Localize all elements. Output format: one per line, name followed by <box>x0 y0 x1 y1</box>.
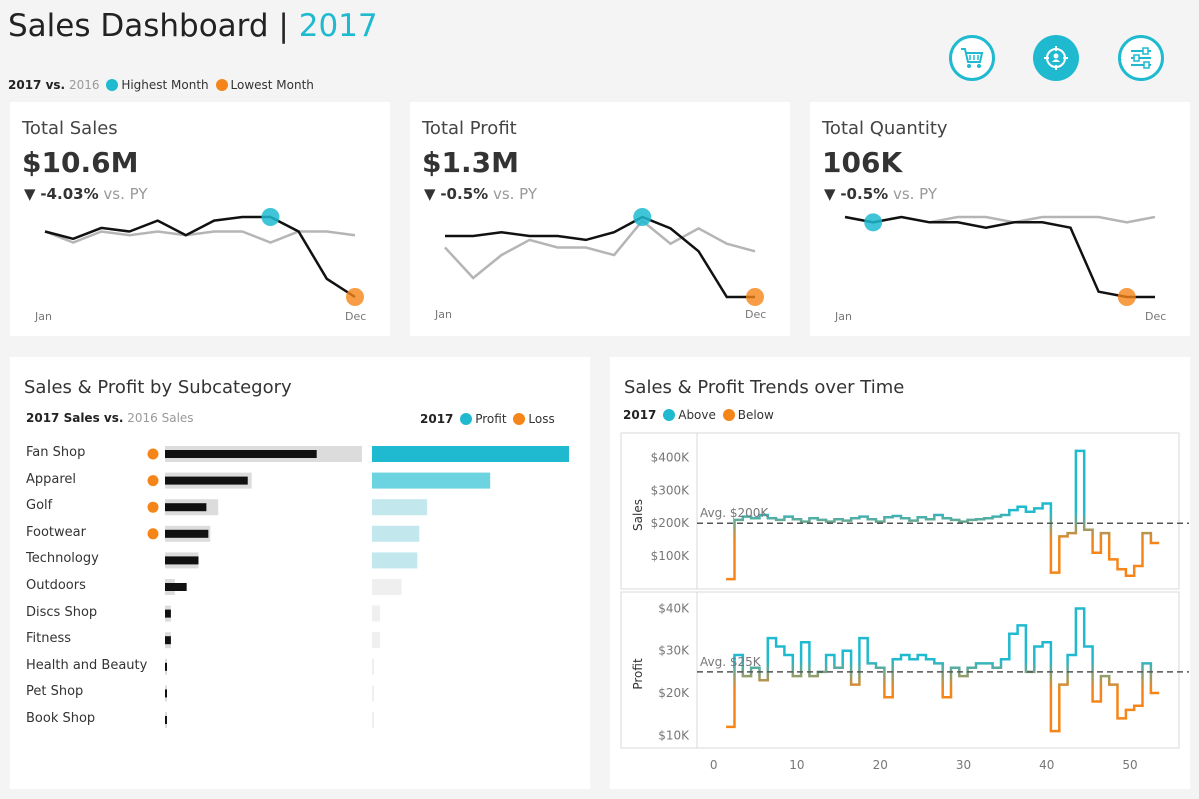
legend-lowest-label: Lowest Month <box>230 78 314 92</box>
x-start-label: Jan <box>35 310 52 323</box>
plot-frame <box>620 591 1180 749</box>
x-tick-label: 30 <box>956 758 971 772</box>
sales-2017-bar[interactable] <box>165 503 207 512</box>
sparkline-chart <box>844 213 1156 306</box>
highest-month-marker[interactable] <box>633 208 652 226</box>
legend-prior-year: 2016 <box>68 78 100 92</box>
highest-month-marker[interactable] <box>261 208 280 226</box>
filters-button[interactable] <box>1118 35 1164 81</box>
x-tick-label: 0 <box>710 758 718 772</box>
x-tick-label: 20 <box>873 758 888 772</box>
y-axis-title: Profit <box>631 658 645 690</box>
sales-2017-bar[interactable] <box>165 609 171 618</box>
trends-panel: Sales & Profit Trends over Time 2017 Abo… <box>610 357 1190 789</box>
trends-line-chart: $100K $200K $300K $400K Sales Avg. $200K $10K $… <box>620 432 1189 772</box>
profit-bar[interactable] <box>372 499 428 516</box>
sales-2017-bar[interactable] <box>165 556 199 565</box>
shopping-cart-icon <box>961 48 984 68</box>
y-tick-label: $200K <box>651 516 691 530</box>
x-start-label: Jan <box>435 308 452 321</box>
current-year-line <box>844 215 1155 299</box>
lowest-month-dot-icon <box>215 79 228 91</box>
y-tick-label: $300K <box>651 483 691 497</box>
profit-bar[interactable] <box>372 712 374 728</box>
sales-2017-bar[interactable] <box>165 529 209 538</box>
prior-year-line <box>44 230 356 244</box>
kpi-card-profit: Total Profit $1.3M ▼ -0.5% vs. PY Jan De… <box>410 102 790 336</box>
x-tick-label: 10 <box>789 758 804 772</box>
legend-highest-label: Highest Month <box>121 78 209 92</box>
kpi-card-sales: Total Sales $10.6M ▼ -4.03% vs. PY Jan D… <box>10 102 390 336</box>
sliders-icon <box>1131 47 1151 69</box>
current-year-line <box>445 215 755 299</box>
profit-step-line <box>726 607 1160 733</box>
y-tick-label: $40K <box>658 601 690 615</box>
kpi-card-quantity: Total Quantity 106K ▼ -0.5% vs. PY Jan D… <box>810 102 1190 336</box>
customers-button[interactable] <box>1033 35 1079 81</box>
x-start-label: Jan <box>835 310 852 323</box>
average-label: Avg. $25K <box>700 655 762 669</box>
y-tick-label: $30K <box>658 644 690 658</box>
sparkline-chart <box>44 208 364 306</box>
title-prefix: Sales Dashboard <box>8 8 269 44</box>
profit-bar[interactable] <box>372 605 380 622</box>
loss-marker <box>147 448 159 460</box>
legend-current-year: 2017 vs. <box>8 78 66 92</box>
y-tick-label: $10K <box>658 728 690 742</box>
x-end-label: Dec <box>745 308 767 321</box>
title-separator: | <box>278 8 289 44</box>
sales-2017-bar[interactable] <box>165 636 171 645</box>
profit-bar[interactable] <box>372 658 374 675</box>
x-tick-label: 50 <box>1122 758 1137 772</box>
sales-step-line <box>726 449 1160 581</box>
current-year-line <box>44 215 356 299</box>
y-tick-label: $100K <box>651 549 691 563</box>
header-legend: 2017 vs. 2016 Highest Month Lowest Month <box>8 78 314 92</box>
sales-2017-bar[interactable] <box>165 689 167 698</box>
profit-bar[interactable] <box>372 472 491 489</box>
sales-2017-bar[interactable] <box>165 583 187 591</box>
sales-2017-bar[interactable] <box>165 662 167 671</box>
sales-2017-bar[interactable] <box>165 476 248 485</box>
loss-marker <box>147 528 159 540</box>
lowest-month-marker[interactable] <box>1117 288 1136 306</box>
sales-2017-bar[interactable] <box>165 716 167 724</box>
y-axis-title: Sales <box>631 499 645 531</box>
highest-month-marker[interactable] <box>864 213 883 232</box>
subcategory-bar-chart <box>147 446 569 728</box>
x-end-label: Dec <box>345 310 367 323</box>
x-tick-label: 40 <box>1039 758 1054 772</box>
highest-month-dot-icon <box>106 79 119 91</box>
title-year: 2017 <box>298 8 378 44</box>
profit-bar[interactable] <box>372 579 402 595</box>
loss-marker <box>147 475 159 487</box>
profit-bar[interactable] <box>372 525 420 542</box>
y-tick-label: $20K <box>658 686 690 700</box>
page-title: Sales Dashboard | 2017 <box>8 8 378 44</box>
y-tick-label: $400K <box>651 450 691 464</box>
sales-cart-button[interactable] <box>949 35 995 81</box>
subcategory-panel: Sales & Profit by Subcategory 2017 Sales… <box>10 357 590 789</box>
customer-target-icon <box>1044 46 1068 70</box>
sales-2017-bar[interactable] <box>165 450 317 458</box>
average-label: Avg. $200K <box>700 506 769 520</box>
sparkline-chart <box>444 208 764 306</box>
x-end-label: Dec <box>1145 310 1167 323</box>
profit-bar[interactable] <box>372 632 380 649</box>
profit-bar[interactable] <box>372 446 569 462</box>
lowest-month-marker[interactable] <box>346 288 364 306</box>
profit-bar[interactable] <box>372 685 374 702</box>
lowest-month-marker[interactable] <box>746 288 764 306</box>
profit-bar[interactable] <box>372 552 418 569</box>
loss-marker <box>147 501 159 513</box>
